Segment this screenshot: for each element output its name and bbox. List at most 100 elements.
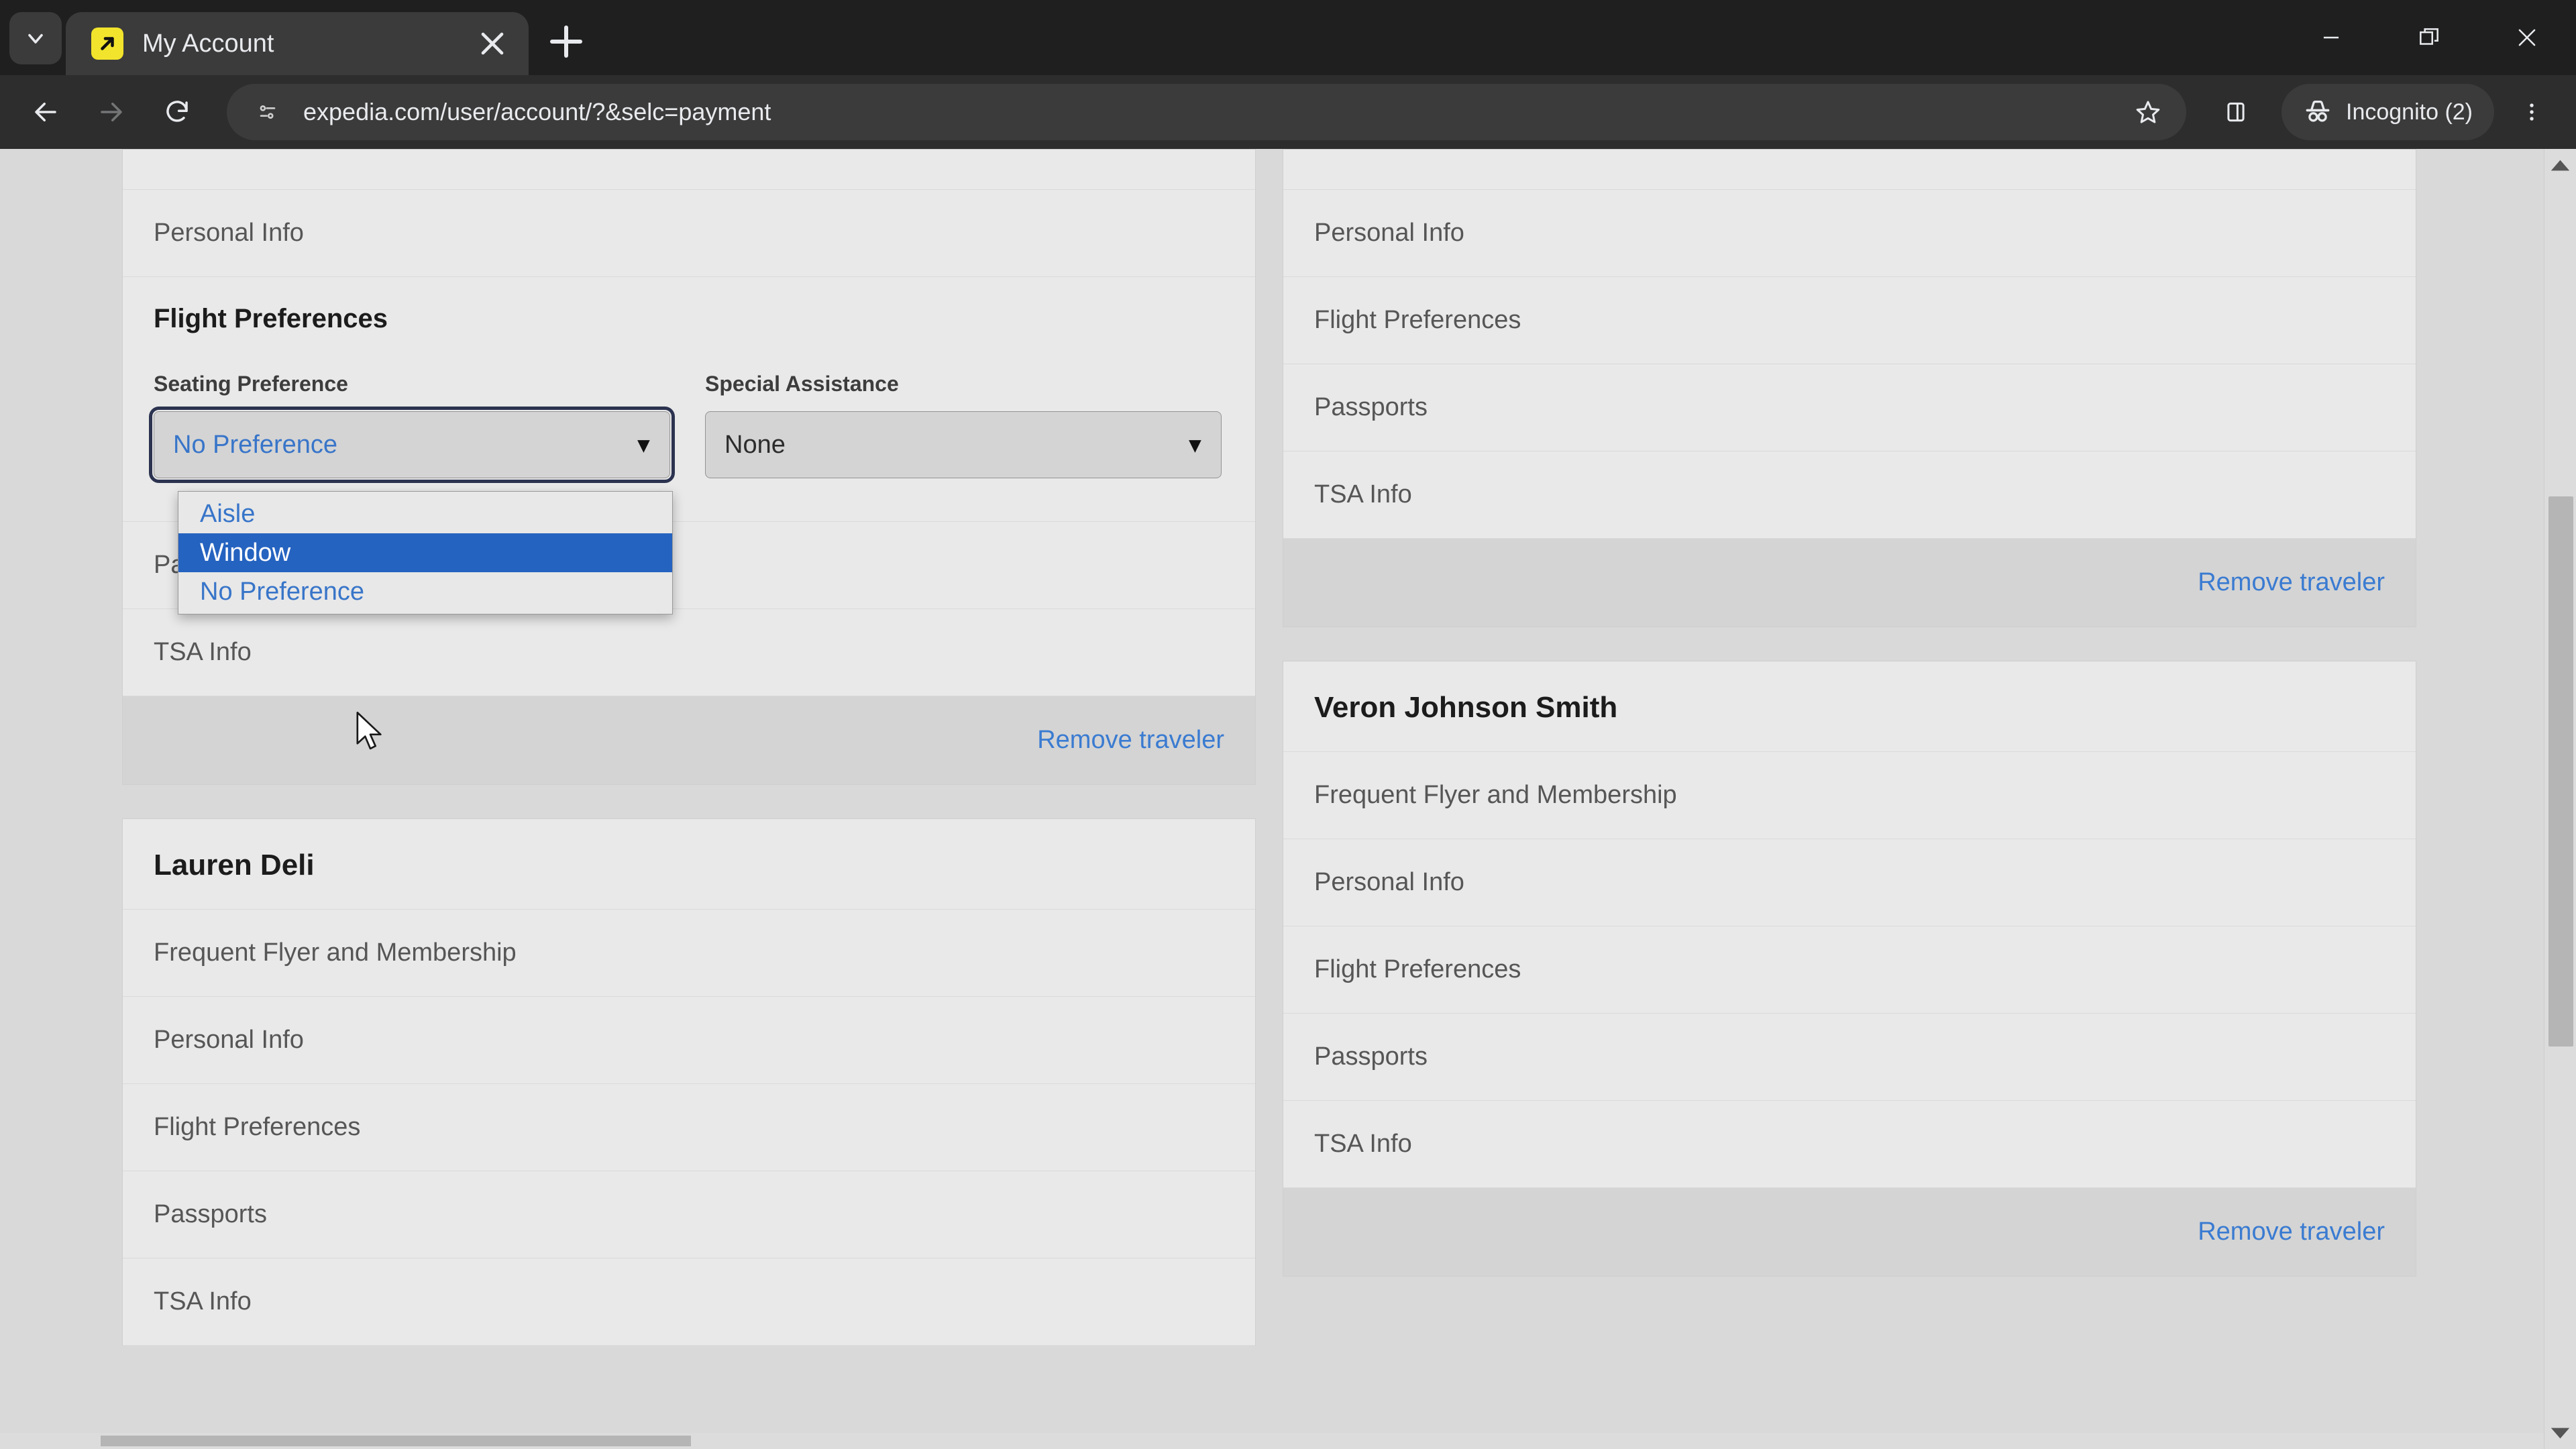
section-row-tsa-info[interactable]: TSA Info (1283, 451, 2416, 539)
remove-traveler-link[interactable]: Remove traveler (1037, 726, 1224, 755)
horizontal-scrollbar[interactable] (0, 1433, 2576, 1449)
scrollbar-thumb[interactable] (2548, 496, 2573, 1046)
minimize-icon (2323, 36, 2339, 39)
plus-icon (550, 25, 582, 58)
section-row-tsa-info[interactable]: TSA Info (1283, 1101, 2416, 1188)
seating-preference-dropdown: Aisle Window No Preference (178, 491, 673, 614)
browser-toolbar: expedia.com/user/account/?&selc=payment … (0, 75, 2576, 149)
url-text: expedia.com/user/account/?&selc=payment (303, 98, 771, 125)
section-row-personal-info[interactable]: Personal Info (1283, 839, 2416, 926)
traveler-column-left: Personal Info Flight Preferences Seating… (122, 149, 1256, 1346)
section-row-tsa-info[interactable]: TSA Info (123, 1258, 1255, 1346)
section-row-passports[interactable]: Passports (1283, 1014, 2416, 1101)
incognito-hat-icon (2306, 100, 2330, 122)
section-label: Personal Info (1314, 868, 1464, 896)
omnibox-actions (2122, 86, 2174, 138)
incognito-indicator[interactable]: Incognito (2) (2282, 84, 2494, 140)
section-row-passports[interactable]: Passports (1283, 364, 2416, 451)
window-controls (2282, 0, 2576, 75)
section-label: Flight Preferences (1314, 955, 1521, 983)
field-seating-preference: Seating Preference No Preference ▾ Aisle (149, 372, 675, 614)
section-row-personal-info[interactable]: Personal Info (1283, 190, 2416, 277)
option-label: Window (200, 538, 291, 567)
tab-search-button[interactable] (9, 12, 62, 64)
browser-menu-button[interactable] (2505, 84, 2559, 140)
maximize-button[interactable] (2380, 0, 2478, 75)
side-panel-icon (2227, 102, 2245, 122)
browser-tab[interactable]: My Account (66, 12, 529, 75)
arrow-left-icon (35, 103, 56, 121)
section-row-tsa-info[interactable]: TSA Info (123, 609, 1255, 696)
seating-preference-select[interactable]: No Preference ▾ (149, 407, 675, 483)
section-row-frequent-flyer[interactable]: Frequent Flyer and Membership (1283, 752, 2416, 839)
incognito-label: Incognito (2) (2346, 99, 2473, 125)
section-label: TSA Info (1314, 480, 1412, 508)
reload-button[interactable] (149, 84, 205, 140)
chevron-down-icon: ▾ (637, 432, 649, 458)
scroll-down-button[interactable] (2544, 1417, 2576, 1449)
page-viewport: Personal Info Flight Preferences Seating… (0, 149, 2576, 1449)
section-label: TSA Info (154, 1287, 252, 1316)
dropdown-option-no-preference[interactable]: No Preference (178, 572, 672, 611)
remove-traveler-link[interactable]: Remove traveler (2198, 1218, 2385, 1246)
traveler-card: Personal Info Flight Preferences Seating… (122, 149, 1256, 785)
section-row-personal-info[interactable]: Personal Info (123, 997, 1255, 1084)
card-footer: Remove traveler (123, 696, 1255, 785)
dropdown-option-window[interactable]: Window (178, 533, 672, 572)
section-row-frequent-flyer[interactable]: Frequent Flyer and Membership (123, 910, 1255, 997)
section-row-passports[interactable]: Passports (123, 1171, 1255, 1258)
close-icon (481, 32, 504, 55)
triangle-down-icon (2551, 1428, 2570, 1438)
chevron-down-icon: ▾ (1189, 432, 1201, 458)
window-close-button[interactable] (2478, 0, 2576, 75)
section-label: Passports (154, 1200, 267, 1228)
new-tab-button[interactable] (542, 17, 590, 66)
page-settings-icon (260, 105, 276, 119)
external-link-square-icon (101, 37, 114, 50)
seating-preference-value: No Preference (173, 430, 338, 459)
section-label: Frequent Flyer and Membership (154, 938, 517, 967)
section-row-flight-preferences[interactable]: Flight Preferences (123, 1084, 1255, 1171)
section-label: Passports (1314, 393, 1428, 421)
remove-traveler-link[interactable]: Remove traveler (2198, 568, 2385, 597)
traveler-card: Lauren Deli Frequent Flyer and Membershi… (122, 818, 1256, 1346)
section-row-flight-preferences[interactable]: Flight Preferences (1283, 277, 2416, 364)
kebab-menu-icon (2530, 103, 2534, 121)
section-label: Flight Preferences (1314, 306, 1521, 334)
section-label: TSA Info (154, 638, 252, 666)
flight-preference-fields: Seating Preference No Preference ▾ Aisle (149, 372, 1224, 614)
minimize-button[interactable] (2282, 0, 2380, 75)
option-label: No Preference (200, 577, 365, 606)
close-icon (2518, 29, 2536, 46)
chevron-down-icon (28, 34, 43, 44)
card-top-clipped (1283, 150, 2416, 190)
section-label: Flight Preferences (154, 1113, 361, 1141)
site-info-button[interactable] (250, 94, 286, 130)
tab-favicon (91, 28, 123, 60)
section-row-personal-info[interactable]: Personal Info (123, 190, 1255, 277)
horizontal-scrollbar-thumb[interactable] (101, 1436, 691, 1446)
vertical-scrollbar[interactable] (2544, 149, 2576, 1449)
tab-close-button[interactable] (474, 25, 511, 62)
address-bar[interactable]: expedia.com/user/account/?&selc=payment (227, 84, 2186, 140)
tab-strip: My Account (0, 0, 2576, 75)
field-label: Special Assistance (705, 372, 899, 396)
reload-icon (166, 101, 188, 122)
back-button[interactable] (17, 84, 74, 140)
section-row-flight-preferences[interactable]: Flight Preferences (1283, 926, 2416, 1014)
card-footer: Remove traveler (1283, 539, 2416, 627)
section-label: Personal Info (1314, 219, 1464, 247)
traveler-columns: Personal Info Flight Preferences Seating… (122, 149, 2416, 1346)
browser-window: My Account expedia.com/user/account/?&se… (0, 0, 2576, 1449)
arrow-right-icon (101, 103, 122, 121)
dropdown-option-aisle[interactable]: Aisle (178, 494, 672, 533)
section-row-flight-preferences: Flight Preferences Seating Preference No… (123, 277, 1255, 614)
card-top-clipped (123, 150, 1255, 190)
traveler-name: Veron Johnson Smith (1283, 661, 2416, 752)
scroll-up-button[interactable] (2544, 149, 2576, 181)
bookmark-button[interactable] (2122, 86, 2174, 138)
restore-icon (2420, 28, 2438, 45)
forward-button[interactable] (83, 84, 140, 140)
side-panel-button[interactable] (2208, 84, 2264, 140)
special-assistance-select[interactable]: None ▾ (705, 411, 1222, 478)
